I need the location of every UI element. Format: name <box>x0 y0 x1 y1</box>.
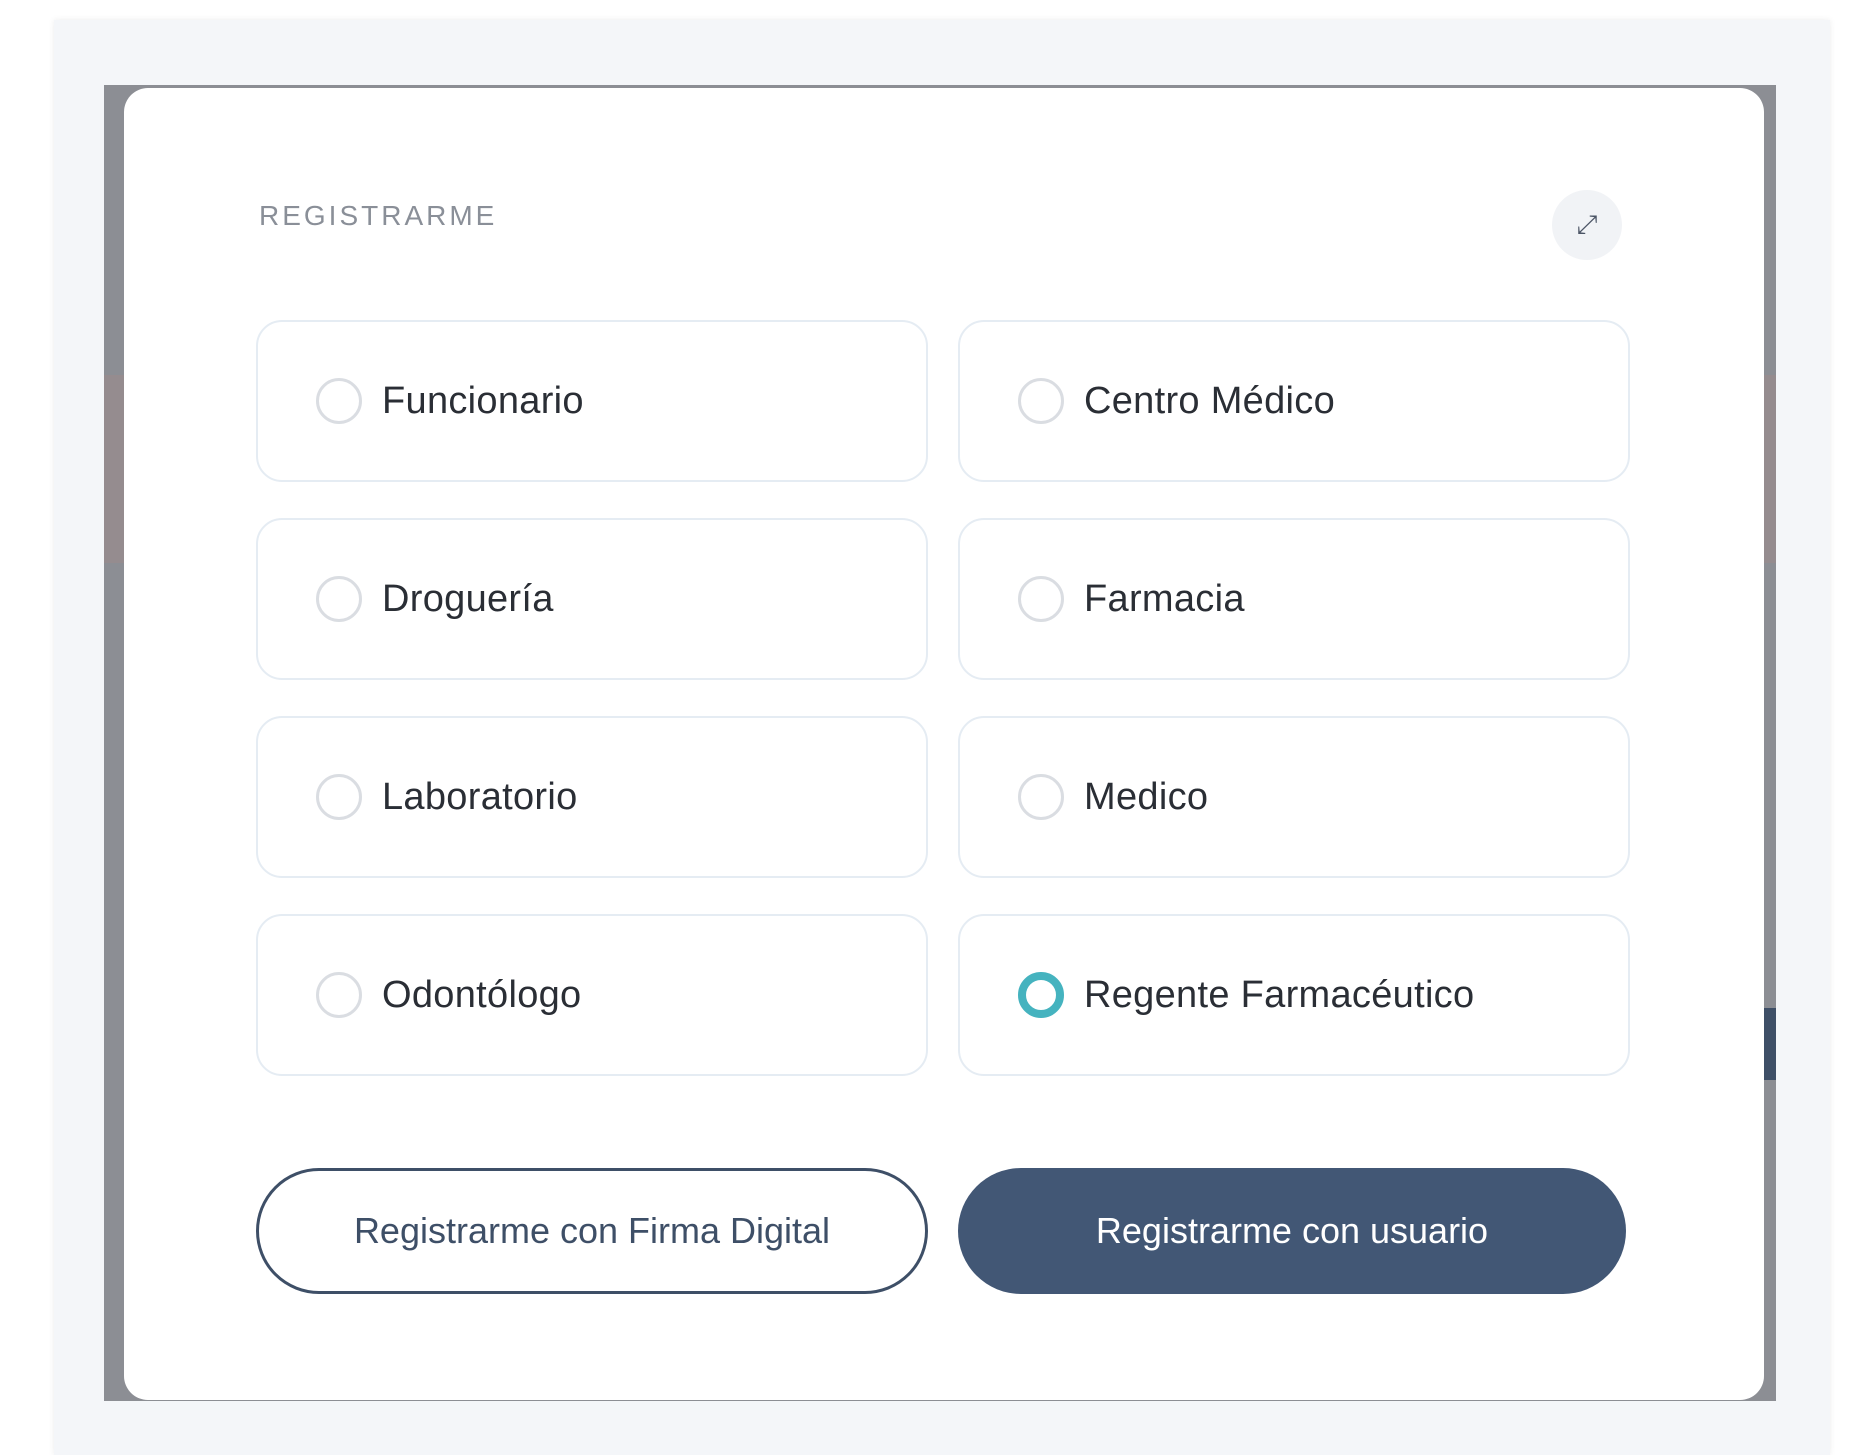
modal-title: REGISTRARME <box>259 200 498 231</box>
radio-button[interactable] <box>1018 774 1064 820</box>
option-label: Farmacia <box>1084 577 1245 620</box>
radio-button[interactable] <box>316 378 362 424</box>
option-regente-farmaceutico[interactable]: Regente Farmacéutico <box>958 914 1630 1076</box>
option-label: Droguería <box>382 577 554 620</box>
register-with-user-button[interactable]: Registrarme con usuario <box>958 1168 1626 1294</box>
option-label: Funcionario <box>382 379 584 422</box>
option-funcionario[interactable]: Funcionario <box>256 320 928 482</box>
radio-button-selected[interactable] <box>1018 972 1064 1018</box>
register-modal: REGISTRARME ⤢ Funcionario Centro Médico … <box>124 88 1764 1400</box>
user-type-options: Funcionario Centro Médico Droguería Farm… <box>256 320 1630 1076</box>
option-label: Odontólogo <box>382 973 582 1016</box>
option-label: Centro Médico <box>1084 379 1336 422</box>
radio-button[interactable] <box>316 576 362 622</box>
option-label: Medico <box>1084 775 1209 818</box>
radio-button[interactable] <box>1018 576 1064 622</box>
option-odontologo[interactable]: Odontólogo <box>256 914 928 1076</box>
radio-button[interactable] <box>316 972 362 1018</box>
option-laboratorio[interactable]: Laboratorio <box>256 716 928 878</box>
close-button[interactable]: ⤢ <box>1552 190 1622 260</box>
option-label: Regente Farmacéutico <box>1084 973 1475 1016</box>
option-medico[interactable]: Medico <box>958 716 1630 878</box>
option-drogueria[interactable]: Droguería <box>256 518 928 680</box>
register-digital-signature-button[interactable]: Registrarme con Firma Digital <box>256 1168 928 1294</box>
radio-button[interactable] <box>1018 378 1064 424</box>
option-centro-medico[interactable]: Centro Médico <box>958 320 1630 482</box>
option-label: Laboratorio <box>382 775 578 818</box>
radio-button[interactable] <box>316 774 362 820</box>
close-icon: ⤢ <box>1576 209 1598 239</box>
option-farmacia[interactable]: Farmacia <box>958 518 1630 680</box>
